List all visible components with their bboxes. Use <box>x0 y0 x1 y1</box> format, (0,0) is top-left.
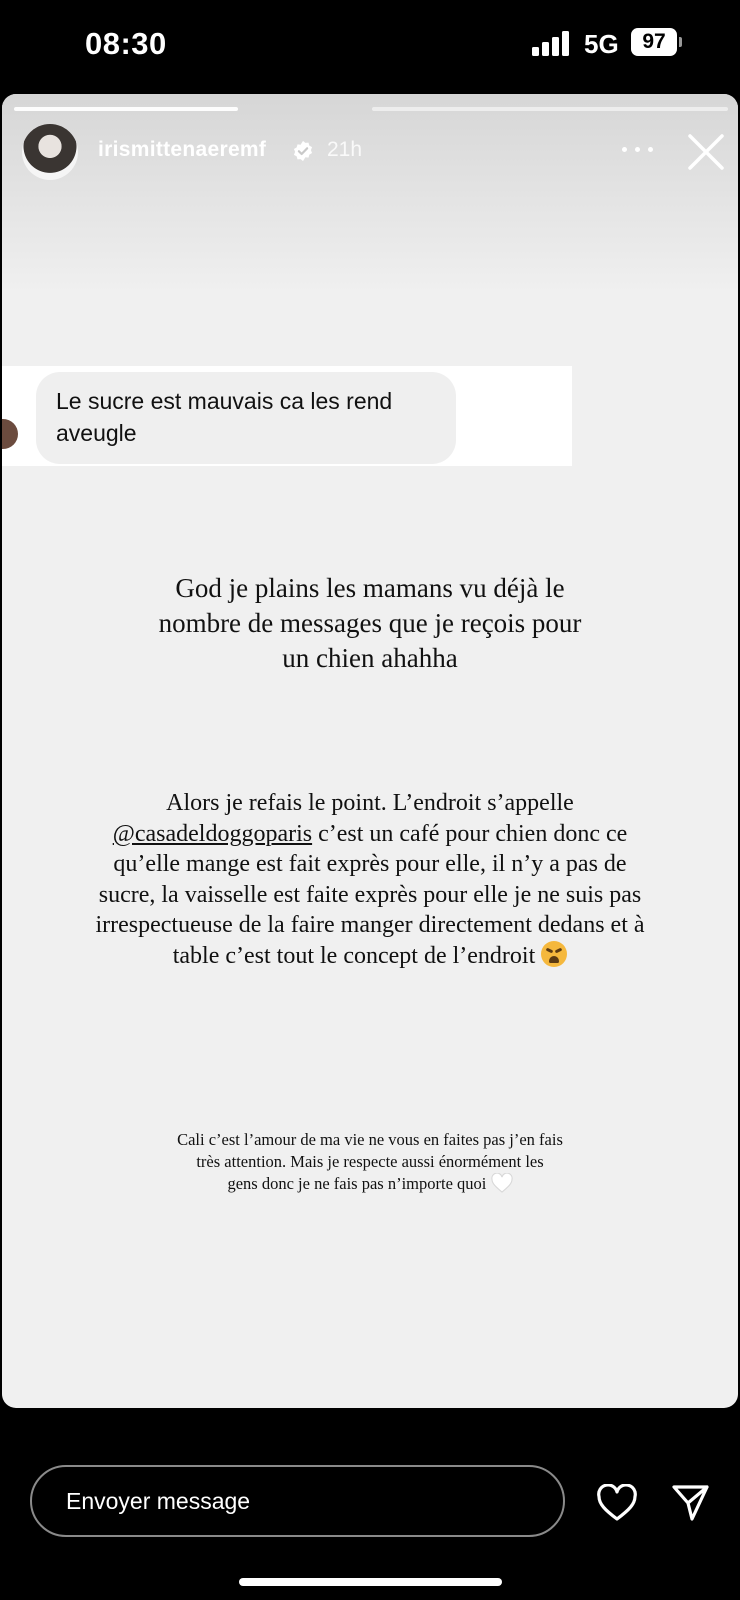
story-text-3-line-2: très attention. Mais je respecte aussi é… <box>196 1152 544 1171</box>
story-text-1-line-3: un chien ahahha <box>282 643 458 673</box>
story-text-2-line-2: @casadeldoggoparis c’est un café pour ch… <box>2 819 738 850</box>
story-text-2-line-4: sucre, la vaisselle est faite exprès pou… <box>98 881 642 908</box>
story-text-2-line-5: irrespectueuse de la faire manger direct… <box>95 912 645 938</box>
home-indicator[interactable] <box>239 1578 502 1586</box>
network-type: 5G <box>584 29 619 59</box>
send-message-input[interactable]: Envoyer message <box>30 1465 565 1537</box>
story-text-2-line-6: table c’est tout le concept de l’endroit <box>172 942 536 969</box>
story-header-shade <box>2 94 738 294</box>
send-icon[interactable] <box>670 1482 710 1522</box>
story-text-2-line-1: Alors je refais le point. L’endroit s’ap… <box>166 790 574 816</box>
story-text-1: God je plains les mamans vu déjà le nomb… <box>2 571 738 676</box>
reply-text-line-2: aveugle <box>56 420 137 446</box>
story-view[interactable]: irismittenaeremf 21h Le sucre est mauvai… <box>2 94 738 1408</box>
avatar[interactable] <box>22 124 78 180</box>
reply-bubble: Le sucre est mauvais ca les rend aveugle <box>36 372 456 464</box>
story-text-3: Cali c’est l’amour de ma vie ne vous en … <box>2 1129 738 1195</box>
more-options-icon[interactable] <box>620 136 656 162</box>
story-text-2: Alors je refais le point. L’endroit s’ap… <box>2 788 738 971</box>
like-heart-icon[interactable] <box>596 1484 638 1522</box>
story-username[interactable]: irismittenaeremf <box>98 138 266 162</box>
white-heart-emoji-icon <box>490 1173 513 1193</box>
status-time: 08:30 <box>85 26 167 61</box>
signal-icon <box>532 30 572 56</box>
story-time-ago: 21h <box>327 138 363 161</box>
close-icon[interactable] <box>686 132 726 172</box>
story-text-1-line-1: God je plains les mamans vu déjà le <box>175 573 565 603</box>
story-text-3-line-1: Cali c’est l’amour de ma vie ne vous en … <box>177 1130 563 1149</box>
status-bar: 08:30 5G 97 <box>0 0 740 92</box>
battery-tip <box>679 37 682 47</box>
story-text-2-line-6-wrap: table c’est tout le concept de l’endroit <box>2 940 738 972</box>
story-text-3-line-3-wrap: gens donc je ne fais pas n’importe quoi <box>2 1173 738 1195</box>
story-progress-segment-2 <box>372 107 728 111</box>
story-progress-segment-1 <box>14 107 238 111</box>
story-text-1-line-2: nombre de messages que je reçois pour <box>158 608 582 638</box>
battery-icon: 97 <box>631 28 677 56</box>
verified-badge-icon <box>293 140 313 162</box>
story-text-2-line-3: qu’elle mange est fait exprès pour elle,… <box>113 851 627 877</box>
story-text-3-line-3: gens donc je ne fais pas n’importe quoi <box>227 1174 487 1193</box>
story-text-2-line-2-rest: c’est un café pour chien donc ce <box>312 820 628 847</box>
mention-link[interactable]: @casadeldoggoparis <box>113 821 312 847</box>
weary-face-emoji-icon <box>541 940 568 967</box>
reply-text-line-1: Le sucre est mauvais ca les rend <box>56 388 393 414</box>
